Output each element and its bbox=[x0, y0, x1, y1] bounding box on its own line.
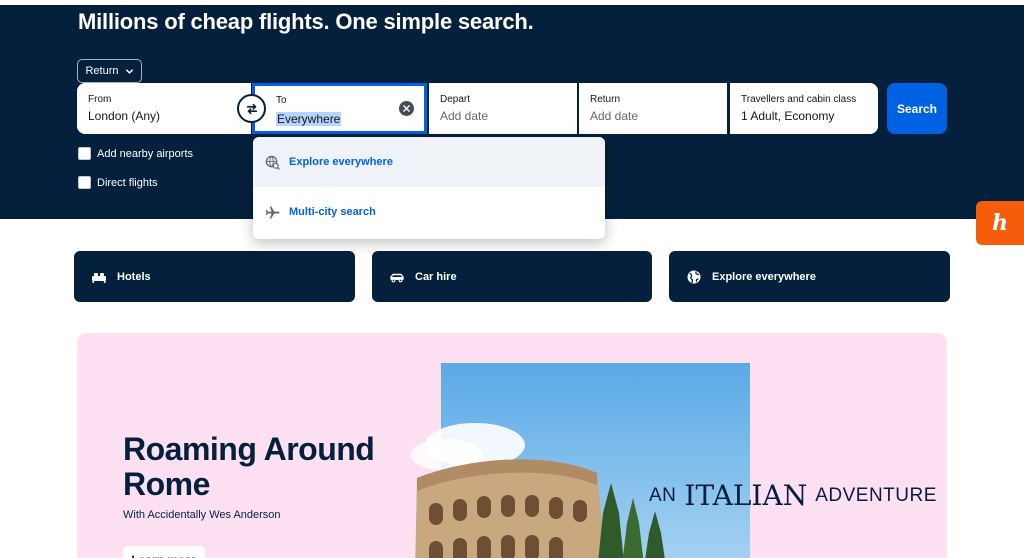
from-label: From bbox=[88, 94, 112, 105]
dropdown-item-label: Multi-city search bbox=[289, 206, 376, 218]
dropdown-item-label: Explore everywhere bbox=[289, 156, 393, 168]
depart-placeholder[interactable]: Add date bbox=[440, 109, 566, 123]
tagline-part-2: ITALIAN bbox=[684, 479, 808, 512]
return-field[interactable]: Return Add date bbox=[579, 83, 727, 134]
travellers-label: Travellers and cabin class bbox=[741, 94, 857, 105]
bed-icon bbox=[92, 272, 106, 283]
trip-type-label: Return bbox=[85, 65, 119, 77]
dropdown-item-explore-everywhere[interactable]: Explore everywhere bbox=[253, 137, 605, 187]
swap-locations-button[interactable] bbox=[237, 94, 266, 123]
honey-extension-badge[interactable]: h bbox=[976, 201, 1024, 245]
direct-flights-checkbox[interactable]: Direct flights bbox=[78, 176, 158, 189]
return-placeholder[interactable]: Add date bbox=[590, 109, 716, 123]
trip-type-select[interactable]: Return bbox=[77, 59, 142, 83]
depart-label: Depart bbox=[440, 94, 471, 105]
direct-flights-label: Direct flights bbox=[97, 176, 158, 189]
search-button[interactable]: Search bbox=[887, 83, 947, 134]
promo-tagline: AN ITALIAN ADVENTURE bbox=[649, 479, 936, 512]
checkbox-box[interactable] bbox=[78, 147, 91, 160]
to-input[interactable]: Everywhere bbox=[276, 112, 342, 126]
travellers-value[interactable]: 1 Adult, Economy bbox=[741, 109, 867, 123]
learn-more-button[interactable]: Learn more bbox=[123, 546, 205, 558]
promo-subtitle: With Accidentally Wes Anderson bbox=[123, 509, 281, 521]
tagline-part-3: ADVENTURE bbox=[815, 484, 937, 506]
tagline-part-1: AN bbox=[649, 484, 677, 506]
close-icon bbox=[403, 105, 410, 112]
nearby-airports-checkbox[interactable]: Add nearby airports bbox=[78, 147, 193, 160]
dropdown-item-multi-city[interactable]: Multi-city search bbox=[253, 187, 605, 237]
destination-dropdown: Explore everywhere Multi-city search bbox=[253, 137, 605, 239]
promo-banner[interactable]: Roaming Around Rome With Accidentally We… bbox=[77, 333, 947, 558]
from-field[interactable]: From London (Any) bbox=[77, 83, 251, 134]
to-label: To bbox=[276, 95, 287, 106]
explore-everywhere-label: Explore everywhere bbox=[712, 270, 816, 283]
plane-icon bbox=[265, 205, 280, 219]
globe-icon bbox=[687, 270, 701, 283]
hotels-button[interactable]: Hotels bbox=[74, 251, 355, 302]
chevron-down-icon bbox=[125, 68, 133, 74]
clear-destination-button[interactable] bbox=[399, 101, 414, 116]
from-value[interactable]: London (Any) bbox=[88, 109, 240, 123]
promo-title: Roaming Around Rome bbox=[123, 431, 375, 502]
swap-arrows-icon bbox=[246, 103, 257, 114]
badge-letter: h bbox=[992, 210, 1008, 236]
globe-search-icon bbox=[265, 155, 280, 170]
hotels-label: Hotels bbox=[117, 270, 151, 283]
depart-field[interactable]: Depart Add date bbox=[429, 83, 577, 134]
page-title: Millions of cheap flights. One simple se… bbox=[78, 9, 534, 34]
nearby-airports-label: Add nearby airports bbox=[97, 147, 193, 160]
checkbox-box[interactable] bbox=[78, 176, 91, 189]
car-hire-label: Car hire bbox=[415, 270, 457, 283]
travellers-field[interactable]: Travellers and cabin class 1 Adult, Econ… bbox=[730, 83, 878, 134]
colosseum-photo bbox=[407, 363, 750, 558]
explore-everywhere-button[interactable]: Explore everywhere bbox=[669, 251, 950, 302]
car-hire-button[interactable]: Car hire bbox=[372, 251, 652, 302]
car-icon bbox=[390, 273, 404, 282]
return-label: Return bbox=[590, 94, 621, 105]
